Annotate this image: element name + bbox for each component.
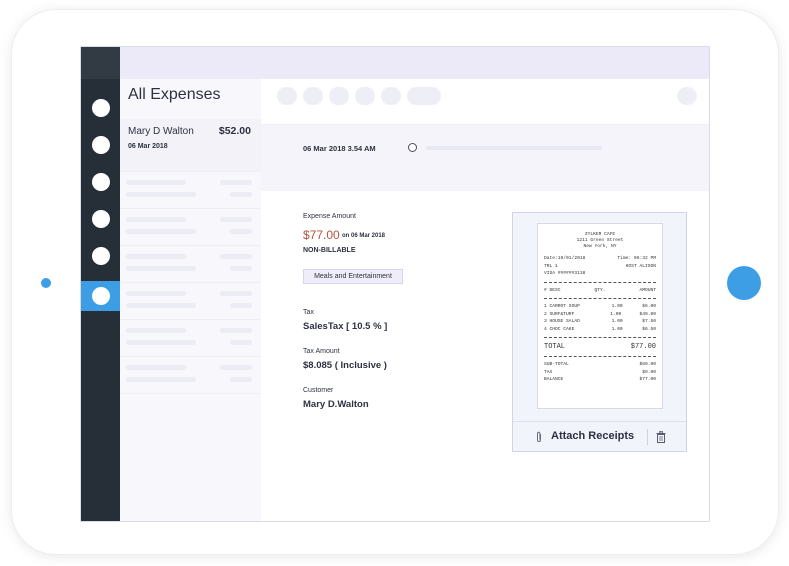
nav-icon — [91, 99, 110, 117]
nav-icon — [91, 247, 110, 265]
expense-amount-label: Expense Amount — [303, 213, 356, 220]
receipt-tax-value: $9.00 — [642, 369, 656, 375]
timeline-band: 06 Mar 2018 3.54 AM — [261, 125, 709, 191]
receipt-item-amount: $49.00 — [639, 311, 656, 317]
receipt-item-desc: 3 HOUSE SALAD — [544, 319, 580, 324]
tablet-camera-icon — [41, 278, 51, 288]
app-screen: All Expenses Mary D Walton $52.00 06 Mar… — [80, 46, 710, 522]
receipt-subtotal-value: $69.00 — [639, 362, 656, 367]
receipt-subtotal-label: SUB-TOTAL — [544, 362, 569, 367]
receipt-item-desc: 1 CARROT SOUP — [544, 304, 580, 309]
attach-receipts-bar: Attach Receipts — [513, 421, 686, 451]
list-item-name: Mary D Walton — [128, 126, 194, 137]
tax-amount-label: Tax Amount — [303, 348, 340, 355]
sidebar-nav — [81, 47, 120, 521]
top-header-strip — [120, 47, 709, 79]
toolbar-divider — [647, 429, 648, 445]
receipt-item-desc: 4 CHOC CAKE — [544, 326, 575, 332]
receipt-item-qty: 1.00 — [611, 304, 623, 309]
expense-list: All Expenses Mary D Walton $52.00 06 Mar… — [120, 79, 261, 521]
receipt-item-amount: $6.50 — [642, 326, 656, 332]
billable-status: NON-BILLABLE — [303, 247, 356, 254]
nav-item-1[interactable] — [81, 93, 120, 123]
nav-item-2[interactable] — [81, 130, 120, 160]
expense-datetime: 06 Mar 2018 3.54 AM — [303, 144, 376, 153]
receipt-item-qty: 1.00 — [611, 326, 623, 332]
receipt-image[interactable]: ZYLKER CAFE 1211 Green Street New York, … — [537, 223, 663, 409]
nav-item-3[interactable] — [81, 167, 120, 197]
receipt-time: Time: 06:32 PM — [617, 256, 656, 261]
toolbar-button[interactable] — [355, 87, 375, 105]
toolbar-button[interactable] — [329, 87, 349, 105]
list-item-placeholder[interactable] — [120, 245, 261, 282]
expense-date: on 06 Mar 2018 — [342, 233, 386, 239]
trash-icon[interactable] — [656, 431, 666, 443]
nav-icon — [91, 173, 110, 191]
receipt-col-amount: AMOUNT — [639, 287, 656, 293]
receipt-trl: TRL 1 — [544, 263, 558, 269]
toolbar-button[interactable] — [277, 87, 297, 105]
receipt-panel: ZYLKER CAFE 1211 Green Street New York, … — [512, 212, 687, 452]
receipt-host: HOST ALISON — [625, 263, 656, 269]
tax-value: SalesTax [ 10.5 % ] — [303, 321, 388, 332]
nav-icon — [91, 210, 110, 228]
page-title: All Expenses — [128, 86, 221, 103]
list-item-placeholder[interactable] — [120, 319, 261, 356]
receipt-divider — [544, 337, 656, 338]
receipt-total-value: $77.00 — [630, 343, 656, 351]
nav-header — [81, 47, 120, 79]
receipt-item-amount: $6.00 — [642, 304, 656, 309]
detail-toolbar — [261, 79, 709, 125]
receipt-total-label: TOTAL — [544, 343, 566, 351]
timeline-bar — [426, 146, 602, 150]
more-options-button[interactable] — [677, 87, 697, 105]
customer-label: Customer — [303, 387, 334, 394]
list-item-placeholder[interactable] — [120, 208, 261, 245]
nav-item-6[interactable] — [81, 281, 120, 311]
receipt-item-qty: 1.00 — [611, 319, 623, 324]
list-item-placeholder[interactable] — [120, 171, 261, 208]
expense-amount: $77.00 — [303, 228, 340, 242]
toolbar-button[interactable] — [381, 87, 401, 105]
tax-amount-value: $8.085 ( Inclusive ) — [303, 360, 387, 371]
receipt-col-desc: # DESC — [544, 287, 561, 293]
receipt-visa: VISA ######3138 — [544, 271, 586, 276]
toolbar-button[interactable] — [303, 87, 323, 105]
receipt-divider — [544, 298, 656, 299]
customer-value: Mary D.Walton — [303, 399, 369, 410]
receipt-item-amount: $7.50 — [642, 319, 656, 324]
receipt-col-qty: QTY. — [594, 287, 606, 293]
receipt-date: Date:19/01/2018 — [544, 256, 586, 261]
category-tag[interactable]: Meals and Entertainment — [303, 269, 403, 284]
paperclip-icon — [537, 431, 541, 442]
tablet-home-button[interactable] — [727, 266, 761, 300]
toolbar-button[interactable] — [407, 87, 441, 105]
attach-receipts-button[interactable]: Attach Receipts — [551, 430, 634, 442]
list-empty-area — [120, 393, 261, 521]
nav-icon — [91, 287, 110, 305]
receipt-divider — [544, 281, 656, 283]
tax-label: Tax — [303, 309, 314, 316]
nav-item-4[interactable] — [81, 204, 120, 234]
receipt-item-qty: 1.00 — [610, 311, 622, 317]
receipt-tax-label: TAX — [544, 369, 553, 375]
nav-icon — [91, 136, 110, 154]
receipt-balance-value: $77.00 — [639, 377, 656, 382]
list-item-date: 06 Mar 2018 — [128, 143, 168, 150]
list-item-amount: $52.00 — [218, 125, 251, 137]
list-item-placeholder[interactable] — [120, 356, 261, 393]
list-item-placeholder[interactable] — [120, 282, 261, 319]
receipt-item-desc: 2 SURF&TURF — [544, 311, 575, 317]
nav-item-5[interactable] — [81, 241, 120, 271]
receipt-divider — [544, 356, 656, 357]
receipt-balance-label: BALANCE — [544, 377, 564, 382]
timeline-node-icon — [408, 143, 417, 152]
